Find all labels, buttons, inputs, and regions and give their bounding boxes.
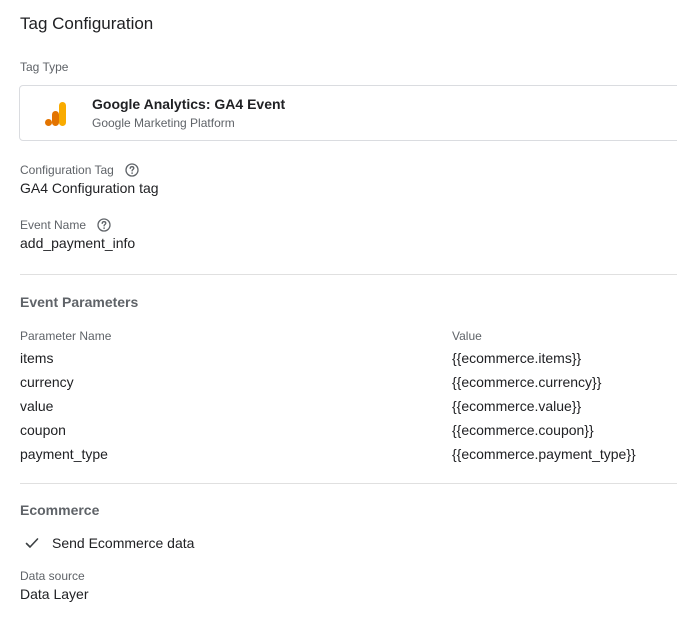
section-divider [20,274,677,275]
parameter-name: items [20,350,54,366]
section-divider [20,483,677,484]
parameter-value: {{ecommerce.coupon}} [452,422,594,438]
tag-type-platform: Google Marketing Platform [92,116,235,130]
parameter-name: payment_type [20,446,108,462]
value-column-header: Value [452,329,482,343]
tag-type-name: Google Analytics: GA4 Event [92,96,286,112]
data-source-label: Data source [20,569,85,583]
ecommerce-title: Ecommerce [20,502,100,518]
checkmark-icon [25,538,39,548]
configuration-tag-label: Configuration Tag [20,163,114,177]
table-row: items {{ecommerce.items}} [20,350,660,370]
parameter-value: {{ecommerce.payment_type}} [452,446,636,462]
table-row: value {{ecommerce.value}} [20,398,660,418]
configuration-tag-label-row: Configuration Tag [20,163,139,177]
event-name-label-row: Event Name [20,218,112,232]
table-row: coupon {{ecommerce.coupon}} [20,422,660,442]
tag-type-label: Tag Type [20,60,69,74]
parameter-name: currency [20,374,74,390]
event-parameters-title: Event Parameters [20,294,139,310]
parameter-value: {{ecommerce.items}} [452,350,582,366]
parameter-value: {{ecommerce.value}} [452,398,582,414]
parameter-name-column-header: Parameter Name [20,329,112,343]
table-row: payment_type {{ecommerce.payment_type}} [20,446,660,466]
data-source-value: Data Layer [20,586,89,602]
configuration-tag-value: GA4 Configuration tag [20,180,159,196]
parameter-name: value [20,398,54,414]
help-circle-icon[interactable] [97,218,112,232]
table-row: currency {{ecommerce.currency}} [20,374,660,394]
parameter-name: coupon [20,422,66,438]
tag-type-card[interactable]: Google Analytics: GA4 Event Google Marke… [19,85,677,141]
send-ecommerce-data-label: Send Ecommerce data [52,535,195,551]
event-name-value: add_payment_info [20,235,136,251]
help-circle-icon[interactable] [125,163,139,177]
google-analytics-logo-icon [45,102,66,126]
event-name-label: Event Name [20,218,87,232]
page-title: Tag Configuration [20,14,154,33]
parameter-value: {{ecommerce.currency}} [452,374,602,390]
